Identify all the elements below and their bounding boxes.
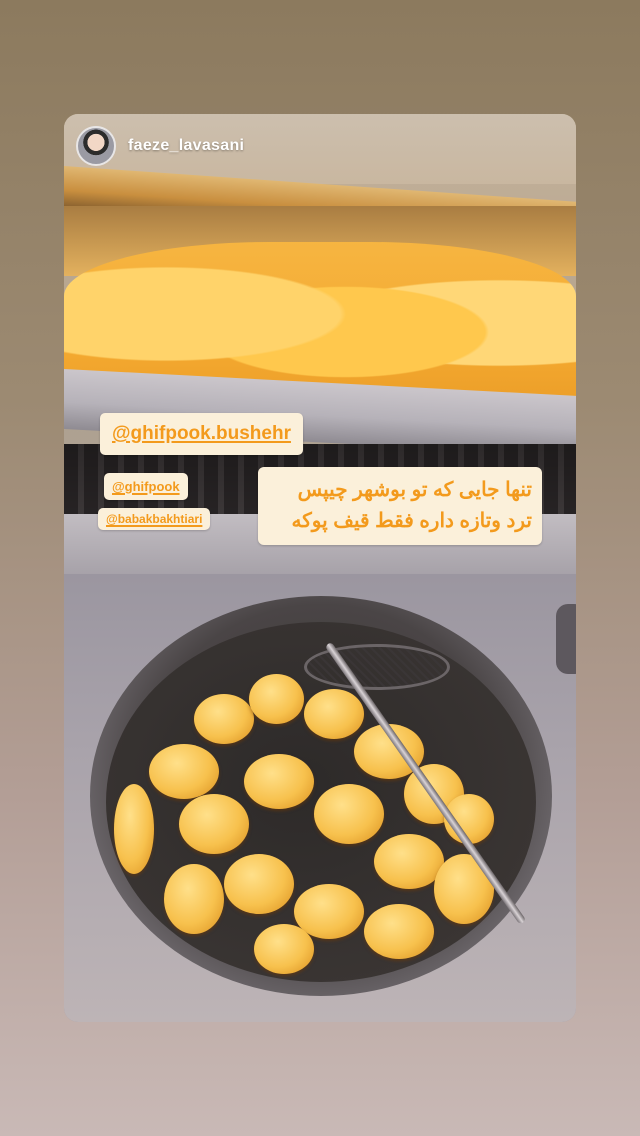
- chip: [149, 744, 219, 799]
- fryer-basket: [304, 644, 450, 690]
- chip: [164, 864, 224, 934]
- chip: [249, 674, 304, 724]
- chip: [179, 794, 249, 854]
- chip: [304, 689, 364, 739]
- chip: [194, 694, 254, 744]
- chip: [224, 854, 294, 914]
- chip: [314, 784, 384, 844]
- mention-sticker-main[interactable]: @ghifpook.bushehr: [100, 413, 303, 455]
- mention-sticker[interactable]: @ghifpook: [104, 473, 188, 500]
- chip: [254, 924, 314, 974]
- chips-image: [104, 634, 524, 994]
- mention-sticker[interactable]: @babakbakhtiari: [98, 508, 211, 530]
- username[interactable]: faeze_lavasani: [128, 137, 244, 155]
- side-opening: [556, 604, 576, 674]
- story-header: faeze_lavasani: [76, 126, 244, 166]
- story-frame[interactable]: [64, 114, 576, 1022]
- chip: [114, 784, 154, 874]
- chip: [244, 754, 314, 809]
- caption-text: تنها جایی که تو بوشهر چیپس ترد وتازه دار…: [258, 467, 542, 545]
- avatar[interactable]: [76, 126, 116, 166]
- chip: [374, 834, 444, 889]
- chip: [364, 904, 434, 959]
